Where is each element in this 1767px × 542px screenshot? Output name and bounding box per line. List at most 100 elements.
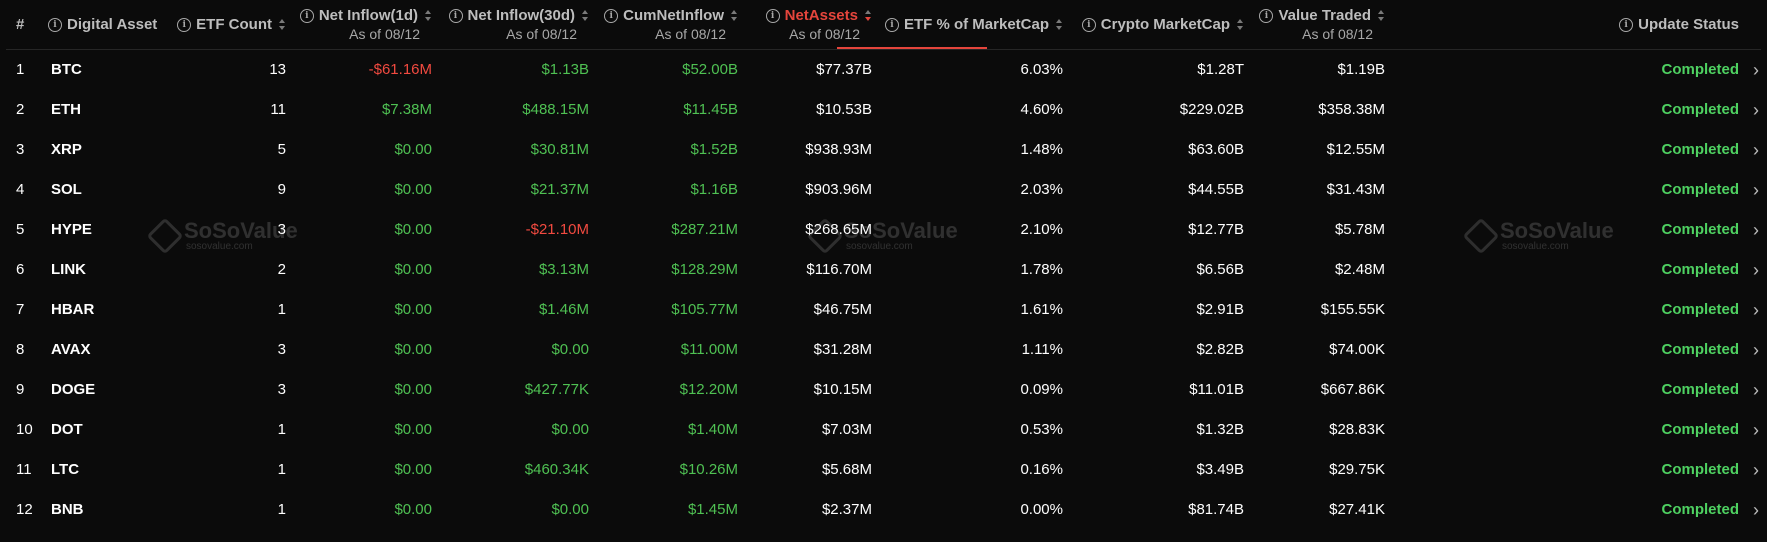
chevron-right-icon[interactable]: › <box>1753 170 1759 210</box>
cum-net-inflow: $105.77M <box>671 301 738 318</box>
table-row[interactable]: 4 SOL 9 $0.00 $21.37M $1.16B $903.96M 2.03% $44.… <box>6 170 1761 210</box>
col-index: # <box>16 16 25 33</box>
net-assets: $116.70M <box>806 261 872 278</box>
net-inflow-30d: $0.00 <box>551 501 589 518</box>
chevron-right-icon[interactable]: › <box>1753 370 1759 410</box>
info-circle-icon[interactable]: i <box>177 17 192 32</box>
col-digital-asset[interactable]: i Digital Asset <box>48 0 157 49</box>
net-assets: $77.37B <box>816 61 872 78</box>
col-net-inflow-30d[interactable]: i Net Inflow(30d) As of 08/12 <box>448 0 590 49</box>
info-circle-icon[interactable]: i <box>604 8 619 23</box>
net-inflow-1d: $0.00 <box>394 501 432 518</box>
chevron-right-icon[interactable]: › <box>1753 90 1759 130</box>
row-index: 12 <box>16 501 33 518</box>
etf-pct-marketcap: 0.53% <box>1020 421 1063 438</box>
sort-icon[interactable] <box>731 10 738 21</box>
chevron-right-icon[interactable]: › <box>1753 410 1759 450</box>
cum-net-inflow: $128.29M <box>671 261 738 278</box>
cum-net-inflow: $1.16B <box>690 181 738 198</box>
info-circle-icon[interactable]: i <box>299 8 314 23</box>
etf-count: 11 <box>270 101 286 118</box>
asset-symbol: BTC <box>51 61 82 78</box>
net-inflow-30d: $0.00 <box>551 421 589 438</box>
etf-count: 3 <box>277 221 286 238</box>
table-row[interactable]: 5 HYPE 3 $0.00 -$21.10M $287.21M $268.65M 2.10%… <box>6 210 1761 250</box>
col-etf-pct-marketcap[interactable]: i ETF % of MarketCap <box>884 0 1063 49</box>
table-row[interactable]: 8 AVAX 3 $0.00 $0.00 $11.00M $31.28M 1.11% $2.82… <box>6 330 1761 370</box>
col-cum-net-inflow[interactable]: i CumNetInflow As of 08/12 <box>604 0 738 49</box>
net-inflow-30d: $460.34K <box>524 461 589 478</box>
sort-desc-icon[interactable] <box>865 10 872 21</box>
sort-icon[interactable] <box>1237 19 1244 30</box>
table-header: # i Digital Asset i ETF Count i Net Infl… <box>6 0 1761 50</box>
update-status: Completed <box>1661 141 1739 158</box>
etf-pct-marketcap: 1.78% <box>1020 261 1063 278</box>
value-traded: $74.00K <box>1329 341 1385 358</box>
col-update-status[interactable]: i Update Status <box>1619 0 1739 49</box>
info-circle-icon[interactable]: i <box>1259 8 1274 23</box>
chevron-right-icon[interactable]: › <box>1753 330 1759 370</box>
table-row[interactable]: 3 XRP 5 $0.00 $30.81M $1.52B $938.93M 1.48% $63.… <box>6 130 1761 170</box>
crypto-marketcap: $2.91B <box>1196 301 1244 318</box>
cum-net-inflow: $12.20M <box>679 381 738 398</box>
asset-symbol: HBAR <box>51 301 95 318</box>
sort-icon[interactable] <box>582 10 589 21</box>
net-inflow-30d: $1.46M <box>538 301 589 318</box>
update-status: Completed <box>1661 341 1739 358</box>
info-circle-icon[interactable]: i <box>765 8 780 23</box>
chevron-right-icon[interactable]: › <box>1753 450 1759 490</box>
chevron-right-icon[interactable]: › <box>1753 50 1759 90</box>
etf-count: 9 <box>277 181 286 198</box>
table-row[interactable]: 1 BTC 13 -$61.16M $1.13B $52.00B $77.37B 6.03% $… <box>6 50 1761 90</box>
chevron-right-icon[interactable]: › <box>1753 130 1759 170</box>
table-row[interactable]: 12 BNB 1 $0.00 $0.00 $1.45M $2.37M 0.00% $81.74B… <box>6 490 1761 530</box>
net-inflow-30d: $30.81M <box>530 141 589 158</box>
sort-icon[interactable] <box>279 19 286 30</box>
net-assets: $10.53B <box>816 101 872 118</box>
table-row[interactable]: 2 ETH 11 $7.38M $488.15M $11.45B $10.53B 4.60% $… <box>6 90 1761 130</box>
value-traded: $12.55M <box>1326 141 1385 158</box>
chevron-right-icon[interactable]: › <box>1753 490 1759 530</box>
info-circle-icon[interactable]: i <box>884 17 899 32</box>
net-inflow-1d: $0.00 <box>394 341 432 358</box>
info-circle-icon[interactable]: i <box>1081 17 1096 32</box>
crypto-marketcap: $6.56B <box>1196 261 1244 278</box>
chevron-right-icon[interactable]: › <box>1753 250 1759 290</box>
value-traded: $155.55K <box>1320 301 1385 318</box>
table-row[interactable]: 7 HBAR 1 $0.00 $1.46M $105.77M $46.75M 1.61% $2.… <box>6 290 1761 330</box>
chevron-right-icon[interactable]: › <box>1753 290 1759 330</box>
table-row[interactable]: 11 LTC 1 $0.00 $460.34K $10.26M $5.68M 0.16% $3.… <box>6 450 1761 490</box>
net-inflow-30d: $21.37M <box>530 181 589 198</box>
col-net-assets[interactable]: i NetAssets As of 08/12 <box>765 0 872 49</box>
info-circle-icon[interactable]: i <box>448 8 463 23</box>
update-status: Completed <box>1661 261 1739 278</box>
update-status: Completed <box>1661 421 1739 438</box>
net-assets: $938.93M <box>805 141 872 158</box>
info-circle-icon[interactable]: i <box>1619 17 1634 32</box>
row-index: 11 <box>16 461 32 478</box>
crypto-marketcap: $229.02B <box>1179 101 1244 118</box>
etf-pct-marketcap: 2.10% <box>1020 221 1063 238</box>
col-value-traded[interactable]: i Value Traded As of 08/12 <box>1259 0 1385 49</box>
sort-icon[interactable] <box>1056 19 1063 30</box>
cum-net-inflow: $52.00B <box>682 61 738 78</box>
sort-icon[interactable] <box>425 10 432 21</box>
net-inflow-1d: $0.00 <box>394 301 432 318</box>
col-crypto-marketcap[interactable]: i Crypto MarketCap <box>1081 0 1244 49</box>
net-assets: $2.37M <box>821 501 872 518</box>
chevron-right-icon[interactable]: › <box>1753 210 1759 250</box>
col-etf-count[interactable]: i ETF Count <box>177 0 286 49</box>
asset-symbol: BNB <box>51 501 84 518</box>
etf-count: 1 <box>277 301 286 318</box>
net-assets: $5.68M <box>821 461 872 478</box>
info-circle-icon[interactable]: i <box>48 17 62 32</box>
etf-count: 1 <box>277 461 286 478</box>
value-traded: $29.75K <box>1329 461 1385 478</box>
table-row[interactable]: 9 DOGE 3 $0.00 $427.77K $12.20M $10.15M 0.09% $1… <box>6 370 1761 410</box>
sort-icon[interactable] <box>1378 10 1385 21</box>
crypto-marketcap: $1.32B <box>1196 421 1244 438</box>
col-net-inflow-1d[interactable]: i Net Inflow(1d) As of 08/12 <box>299 0 432 49</box>
table-row[interactable]: 6 LINK 2 $0.00 $3.13M $128.29M $116.70M 1.78% $6… <box>6 250 1761 290</box>
asset-symbol: HYPE <box>51 221 92 238</box>
table-row[interactable]: 10 DOT 1 $0.00 $0.00 $1.40M $7.03M 0.53% $1.32B $… <box>6 410 1761 450</box>
